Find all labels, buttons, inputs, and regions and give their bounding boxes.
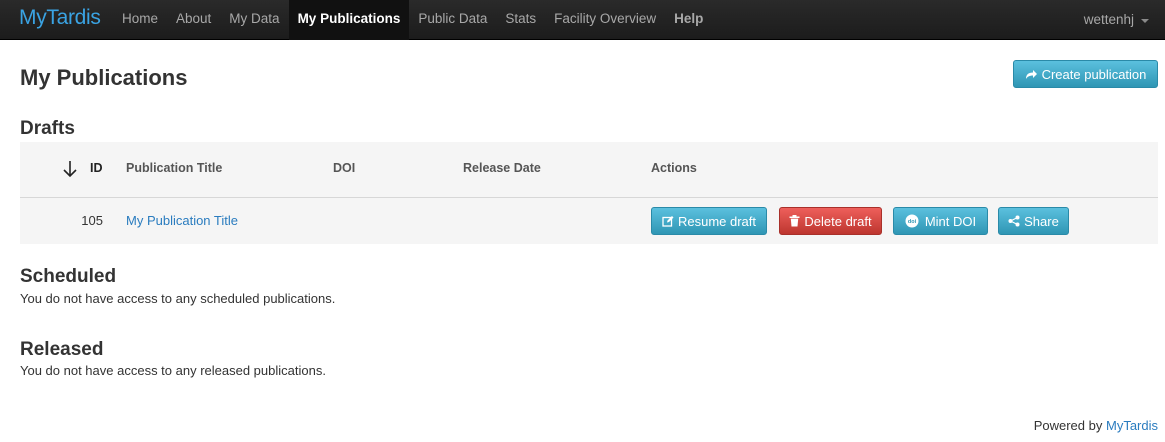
- released-message: You do not have access to any released p…: [20, 363, 326, 378]
- edit-icon: [662, 216, 674, 227]
- main-nav: Home About My Data My Publications Publi…: [113, 0, 712, 40]
- svg-text:doi: doi: [908, 219, 917, 225]
- footer-prefix: Powered by: [1033, 418, 1103, 433]
- released-heading: Released: [20, 339, 104, 360]
- table-header-divider: [20, 197, 1158, 198]
- top-navbar: MyTardis Home About My Data My Publicati…: [0, 0, 1165, 40]
- nav-my-data[interactable]: My Data: [220, 0, 288, 40]
- column-header-doi[interactable]: DOI: [333, 161, 355, 175]
- nav-home[interactable]: Home: [113, 0, 167, 40]
- share-button[interactable]: Share: [998, 207, 1069, 235]
- resume-draft-button[interactable]: Resume draft: [651, 207, 767, 235]
- create-publication-label: Create publication: [1041, 66, 1147, 82]
- drafts-heading: Drafts: [20, 118, 75, 139]
- scheduled-heading: Scheduled: [20, 266, 117, 287]
- column-header-release-date[interactable]: Release Date: [463, 161, 541, 175]
- nav-facility-overview[interactable]: Facility Overview: [545, 0, 665, 40]
- mint-doi-button[interactable]: doi Mint DOI: [893, 207, 988, 235]
- nav-help[interactable]: Help: [665, 0, 712, 40]
- delete-draft-label: Delete draft: [804, 213, 872, 229]
- nav-stats[interactable]: Stats: [496, 0, 545, 40]
- publication-title-link[interactable]: My Publication Title: [126, 213, 238, 228]
- nav-public-data[interactable]: Public Data: [409, 0, 496, 40]
- share-icon: [1008, 215, 1020, 227]
- footer: Powered by MyTardis: [1034, 418, 1158, 433]
- row-id: 105: [81, 213, 103, 228]
- delete-draft-button[interactable]: Delete draft: [779, 207, 882, 235]
- mint-doi-label: Mint DOI: [924, 213, 977, 229]
- resume-draft-label: Resume draft: [677, 213, 757, 229]
- nav-my-publications[interactable]: My Publications: [288, 0, 410, 40]
- share-arrow-icon: [1025, 69, 1037, 79]
- brand-logo[interactable]: MyTardis: [19, 6, 101, 30]
- sort-arrow-down-icon[interactable]: [62, 160, 78, 178]
- scheduled-message: You do not have access to any scheduled …: [20, 291, 336, 306]
- create-publication-button[interactable]: Create publication: [1013, 60, 1158, 88]
- column-header-actions: Actions: [651, 161, 697, 175]
- username: wettenhj: [1083, 12, 1134, 27]
- column-header-id[interactable]: ID: [90, 161, 103, 175]
- column-header-title[interactable]: Publication Title: [126, 161, 222, 175]
- share-label: Share: [1024, 213, 1059, 229]
- trash-icon: [789, 215, 800, 227]
- doi-icon: doi: [905, 214, 919, 228]
- drafts-table: ID Publication Title DOI Release Date Ac…: [20, 142, 1158, 244]
- nav-about[interactable]: About: [167, 0, 220, 40]
- footer-mytardis-link[interactable]: MyTardis: [1106, 418, 1158, 433]
- chevron-down-icon: [1141, 19, 1149, 23]
- user-menu[interactable]: wettenhj: [1084, 0, 1149, 40]
- page-title: My Publications: [20, 65, 188, 90]
